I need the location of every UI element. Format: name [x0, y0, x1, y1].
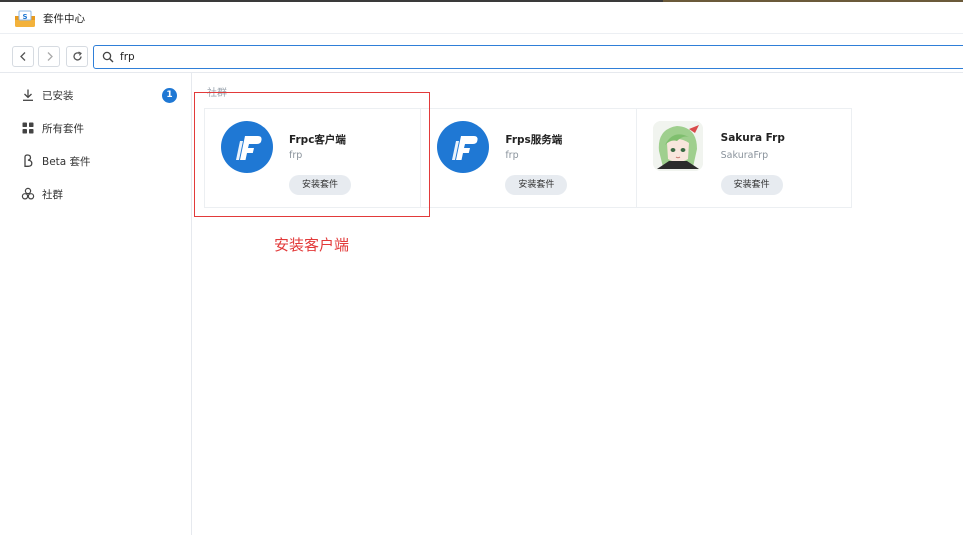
sidebar-item-label: 社群 — [42, 189, 63, 201]
chevron-right-icon — [47, 52, 53, 61]
sidebar-item-beta[interactable]: Beta 套件 — [0, 146, 192, 176]
search-box[interactable] — [93, 45, 963, 69]
annotation-text: 安装客户端 — [274, 236, 350, 254]
community-icon — [21, 187, 35, 200]
sidebar-item-community[interactable]: 社群 — [0, 179, 192, 209]
app-title: 套件中心 — [43, 13, 85, 25]
sidebar-item-all-packages[interactable]: 所有套件 — [0, 113, 192, 143]
refresh-icon — [72, 51, 82, 61]
package-card-frps[interactable]: Frps服务端 frp 安装套件 — [420, 109, 635, 207]
install-package-button[interactable]: 安装套件 — [505, 175, 568, 195]
sidebar: 已安装 1 所有套件 Beta 套件 社群 — [0, 73, 192, 535]
chevron-left-icon — [19, 52, 25, 61]
package-card-sakura-frp[interactable]: Sakura Frp SakuraFrp 安装套件 — [635, 109, 851, 207]
package-author: frp — [505, 150, 519, 161]
grid-icon — [22, 122, 34, 134]
beta-icon — [24, 154, 33, 167]
frp-logo-icon — [437, 121, 490, 173]
search-input[interactable] — [120, 48, 940, 66]
installed-count-badge: 1 — [162, 88, 177, 103]
back-button[interactable] — [12, 46, 34, 67]
highlight-annotation-box — [194, 92, 430, 217]
svg-text:S: S — [22, 13, 27, 21]
refresh-button[interactable] — [66, 46, 88, 67]
toolbar — [0, 35, 963, 73]
forward-button[interactable] — [38, 46, 60, 67]
install-package-button[interactable]: 安装套件 — [720, 175, 783, 195]
sidebar-item-label: 已安装 — [42, 90, 74, 102]
download-icon — [23, 89, 33, 101]
package-author: SakuraFrp — [720, 150, 769, 161]
anime-avatar-icon — [652, 121, 703, 171]
sidebar-item-installed[interactable]: 已安装 1 — [0, 80, 192, 110]
sidebar-item-label: 所有套件 — [42, 123, 84, 135]
package-name: Frps服务端 — [505, 134, 563, 146]
package-center-icon: S — [14, 10, 36, 28]
title-bar: S 套件中心 — [0, 2, 963, 34]
package-name: Sakura Frp — [720, 132, 785, 144]
sidebar-item-label: Beta 套件 — [42, 156, 91, 168]
search-icon — [102, 51, 114, 63]
